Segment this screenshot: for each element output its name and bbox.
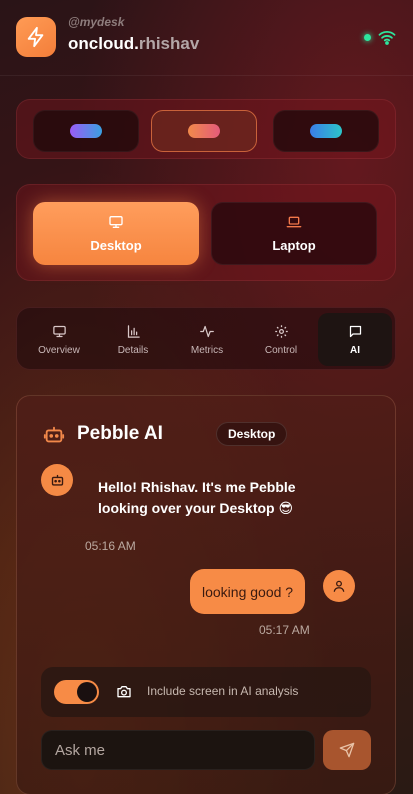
online-status-dot [364, 34, 371, 41]
tab-label: Control [264, 344, 298, 356]
tab-label: AI [350, 344, 360, 356]
brand-prefix: oncloud. [68, 34, 139, 53]
bot-message: Hello! Rhishav. It's me Pebble looking o… [98, 479, 296, 516]
activity-icon [200, 325, 214, 337]
user-avatar [323, 570, 355, 602]
tab-label: Overview [38, 344, 80, 356]
tab-bar: Overview Details Metrics Control AI [16, 307, 396, 370]
monitor-icon [109, 216, 123, 228]
device-label: Laptop [272, 238, 316, 253]
tab-control[interactable]: Control [244, 313, 318, 366]
theme-swatch [310, 124, 342, 138]
ai-title: Pebble AI [77, 423, 163, 444]
monitor-icon [52, 325, 66, 337]
theme-swatch [70, 124, 102, 138]
app-header: @mydesk oncloud.rhishav [0, 0, 413, 76]
screen-share-toggle[interactable] [54, 680, 99, 704]
camera-icon [117, 686, 131, 698]
bot-avatar [41, 464, 73, 496]
ask-input[interactable] [41, 730, 315, 770]
bar-chart-icon [127, 324, 140, 338]
device-selector-panel: Desktop Laptop [16, 184, 396, 281]
theme-preset-blue-teal[interactable] [273, 110, 379, 152]
robot-icon [43, 426, 65, 443]
tab-label: Details [117, 344, 149, 356]
user-message: looking good ? [190, 569, 306, 614]
laptop-icon [286, 216, 302, 228]
screen-share-label: Include screen in AI analysis [147, 684, 299, 698]
tab-details[interactable]: Details [96, 313, 170, 366]
app-logo [16, 17, 56, 57]
account-handle: @mydesk [68, 15, 125, 29]
toggle-knob [77, 682, 97, 702]
wifi-icon [378, 30, 396, 45]
app-brand: oncloud.rhishav [68, 34, 199, 54]
user-icon [333, 580, 345, 592]
tab-overview[interactable]: Overview [22, 313, 96, 366]
device-desktop-button[interactable]: Desktop [33, 202, 199, 265]
theme-preset-orange-pink[interactable] [151, 110, 257, 152]
message-timestamp: 05:17 AM [259, 623, 310, 637]
theme-swatch [188, 124, 220, 138]
send-icon [339, 742, 355, 758]
send-button[interactable] [323, 730, 371, 770]
tab-label: Metrics [190, 344, 224, 356]
screen-share-row: Include screen in AI analysis [41, 667, 371, 717]
lightning-bolt-icon [27, 26, 44, 48]
tab-metrics[interactable]: Metrics [170, 313, 244, 366]
gear-icon [274, 324, 288, 338]
ai-chat-panel: Pebble AI Desktop Hello! Rhishav. It's m… [16, 395, 396, 794]
device-label: Desktop [90, 238, 142, 253]
brand-username: rhishav [138, 34, 200, 53]
message-timestamp: 05:16 AM [85, 539, 136, 553]
device-badge: Desktop [216, 422, 288, 446]
robot-icon [51, 474, 63, 486]
device-laptop-button[interactable]: Laptop [211, 202, 377, 265]
chat-bubble-icon [349, 325, 361, 337]
theme-preset-panel [16, 99, 396, 159]
tab-ai[interactable]: AI [318, 313, 392, 366]
theme-preset-purple-blue[interactable] [33, 110, 139, 152]
